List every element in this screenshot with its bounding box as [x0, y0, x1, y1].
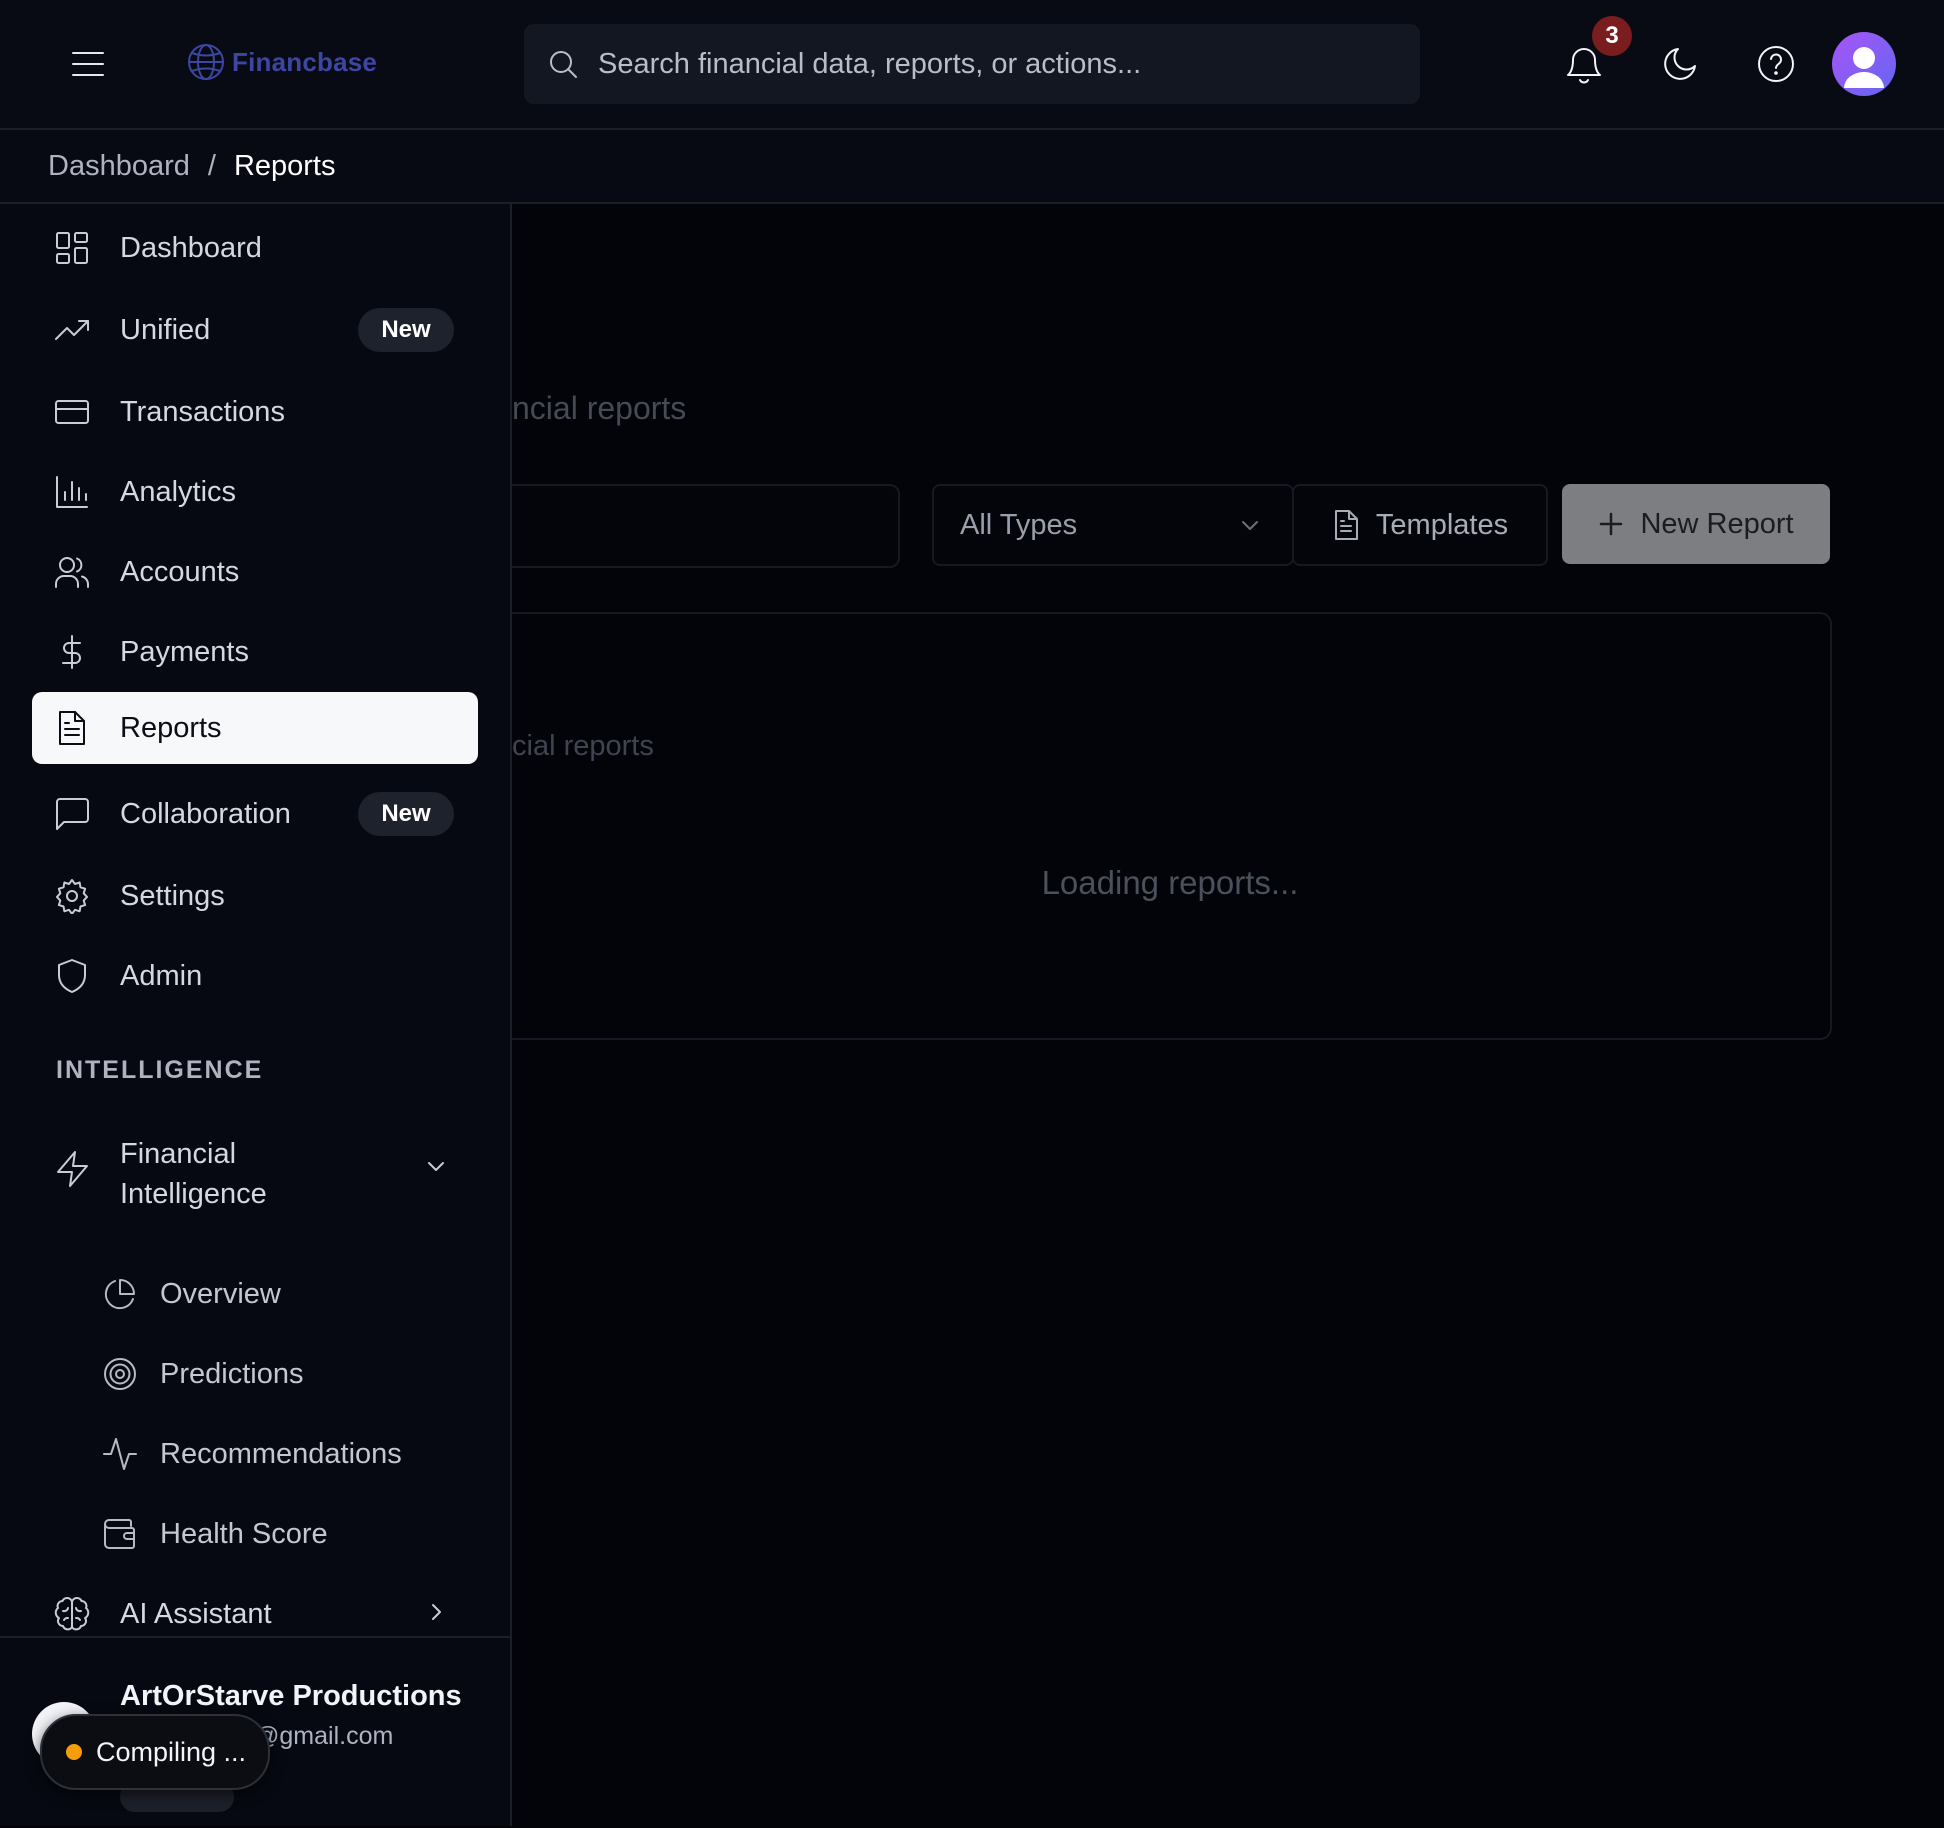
report-search-input[interactable] [510, 484, 900, 568]
breadcrumb-separator: / [207, 149, 216, 182]
sidebar-item-label: Predictions [160, 1358, 304, 1390]
sidebar-item-label: Payments [120, 635, 249, 668]
chevron-down-icon [424, 1154, 448, 1178]
bar-chart-icon [54, 474, 90, 510]
sidebar-subitem-recommendations[interactable]: Recommendations [72, 1418, 478, 1490]
section-label-intelligence: INTELLIGENCE [56, 1056, 264, 1084]
sidebar-subitem-health-score[interactable]: Health Score [72, 1498, 478, 1570]
sidebar-item-label: Dashboard [120, 231, 262, 264]
user-avatar[interactable] [1832, 32, 1896, 96]
sidebar-item-label: Admin [120, 959, 203, 992]
help-button[interactable] [1748, 36, 1804, 92]
templates-label: Templates [1375, 508, 1509, 541]
sidebar-item-label: Reports [120, 711, 222, 744]
sidebar-item-label: Accounts [120, 555, 240, 588]
breadcrumb-dashboard-link[interactable]: Dashboard [48, 150, 190, 183]
status-dot [66, 1744, 82, 1760]
credit-card-icon [54, 394, 90, 430]
shield-icon [54, 958, 90, 994]
search-input[interactable] [596, 33, 1420, 95]
search-icon [548, 49, 578, 79]
gear-icon [54, 878, 90, 914]
main-content: ncial reports All Types Templates New Re… [510, 204, 1944, 1826]
sidebar-item-label: Unified [120, 313, 211, 346]
sidebar-subitem-predictions[interactable]: Predictions [72, 1338, 478, 1410]
sidebar-item-label: Collaboration [120, 797, 291, 830]
new-badge: New [358, 308, 454, 352]
page-subtitle: ncial reports [512, 390, 687, 426]
sidebar-item-label: Overview [160, 1278, 281, 1310]
new-report-label: New Report [1640, 507, 1794, 540]
sidebar-item-unified[interactable]: Unified New [32, 294, 478, 366]
sidebar-item-admin[interactable]: Admin [32, 940, 478, 1012]
message-square-icon [54, 796, 90, 832]
zap-icon [54, 1150, 92, 1188]
sidebar-item-dashboard[interactable]: Dashboard [32, 212, 478, 284]
sidebar-item-reports[interactable]: Reports [32, 692, 478, 764]
chevron-right-icon [424, 1600, 448, 1624]
sidebar-item-label: Recommendations [160, 1438, 402, 1470]
compiling-text: Compiling ... [96, 1736, 247, 1767]
menu-icon[interactable] [60, 38, 116, 90]
theme-toggle-button[interactable] [1652, 36, 1708, 92]
dollar-sign-icon [54, 634, 90, 670]
notification-badge: 3 [1592, 16, 1632, 56]
panel-subtitle: cial reports [512, 730, 654, 762]
dashboard-grid-icon [54, 230, 90, 266]
breadcrumb: Dashboard / Reports [0, 130, 1944, 204]
templates-button[interactable]: Templates [1292, 484, 1548, 566]
sidebar-item-label: Analytics [120, 475, 237, 508]
sidebar-subitem-overview[interactable]: Overview [72, 1258, 478, 1330]
report-type-value: All Types [960, 508, 1078, 541]
trending-up-icon [54, 312, 90, 348]
pie-chart-icon [102, 1276, 138, 1312]
user-icon [1844, 47, 1884, 88]
breadcrumb-current: Reports [233, 149, 336, 182]
global-search[interactable] [524, 24, 1420, 104]
reports-panel: cial reports Loading reports... [510, 612, 1832, 1040]
app-name: Financbase [232, 46, 378, 77]
target-icon [102, 1356, 138, 1392]
sidebar-item-label: Financial Intelligence [120, 1138, 267, 1210]
sidebar-item-accounts[interactable]: Accounts [32, 536, 478, 608]
sidebar-item-payments[interactable]: Payments [32, 616, 478, 688]
activity-icon [102, 1436, 138, 1472]
logo-globe-icon [188, 44, 224, 80]
app-logo[interactable]: Financbase [186, 40, 377, 84]
sidebar-item-collaboration[interactable]: Collaboration New [32, 778, 478, 850]
sidebar-item-label: Health Score [160, 1518, 328, 1550]
sidebar-item-label: Transactions [120, 395, 285, 428]
sidebar-item-financial-intelligence[interactable]: Financial Intelligence [32, 1114, 478, 1224]
sidebar: Dashboard Unified New Transactions Analy… [0, 204, 512, 1826]
compiling-indicator[interactable]: Compiling ... [40, 1714, 270, 1790]
help-circle-icon [1758, 46, 1794, 82]
sidebar-item-transactions[interactable]: Transactions [32, 376, 478, 448]
moon-icon [1664, 48, 1696, 80]
report-type-select[interactable]: All Types [932, 484, 1294, 566]
chevron-down-icon [1238, 513, 1262, 537]
brain-icon [54, 1596, 90, 1632]
file-text-icon [1332, 509, 1360, 541]
top-bar: Financbase 3 [0, 0, 1944, 130]
new-report-button[interactable]: New Report [1562, 484, 1830, 564]
sidebar-item-label: Settings [120, 879, 225, 912]
file-text-icon [54, 710, 90, 746]
users-icon [54, 554, 90, 590]
sidebar-item-settings[interactable]: Settings [32, 860, 478, 932]
loading-text: Loading reports... [1041, 864, 1299, 901]
plus-icon [1598, 511, 1624, 537]
user-name: ArtOrStarve Productions [120, 1680, 462, 1712]
new-badge: New [358, 792, 454, 836]
sidebar-item-label: AI Assistant [120, 1597, 272, 1630]
sidebar-item-analytics[interactable]: Analytics [32, 456, 478, 528]
user-email: @gmail.com [254, 1722, 394, 1750]
wallet-icon [102, 1516, 138, 1552]
